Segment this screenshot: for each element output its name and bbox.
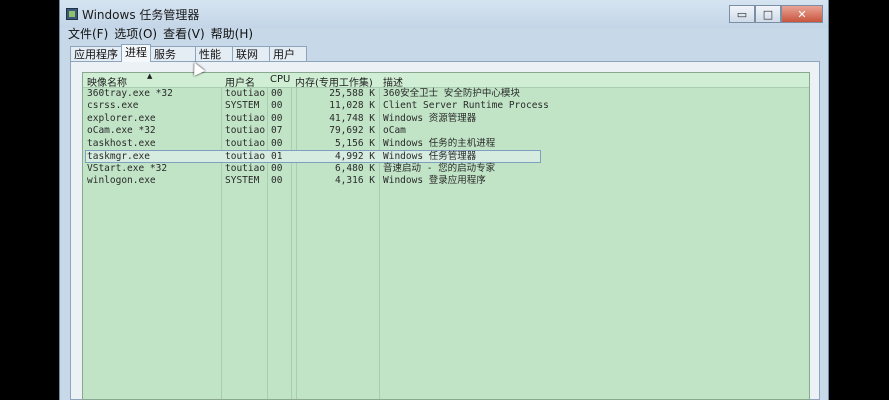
minimize-button[interactable]: ▭ xyxy=(729,5,755,23)
title-bar[interactable]: Windows 任务管理器 ▭ □ ✕ xyxy=(60,0,828,28)
process-image: csrss.exe xyxy=(87,100,139,111)
table-row[interactable]: csrss.exe SYSTEM 00 11,028 K Client Serv… xyxy=(85,100,549,113)
column-header-cpu[interactable]: CPU xyxy=(270,74,290,85)
tab-users[interactable]: 用户 xyxy=(269,46,307,62)
process-user: toutiao xyxy=(225,163,266,174)
process-memory: 41,748 K xyxy=(329,113,375,124)
process-user: toutiao xyxy=(225,113,266,124)
process-description: Windows 登录应用程序 xyxy=(383,175,486,186)
process-description: Windows 任务的主机进程 xyxy=(383,138,496,149)
menu-view[interactable]: 查看(V) xyxy=(163,25,205,41)
menu-options[interactable]: 选项(O) xyxy=(114,25,157,41)
column-header-user[interactable]: 用户名 xyxy=(225,74,255,89)
column-header-memory[interactable]: 内存(专用工作集) xyxy=(295,74,373,89)
process-description: Client Server Runtime Process xyxy=(383,100,549,111)
process-user: toutiao xyxy=(225,125,266,136)
process-user: toutiao xyxy=(225,138,266,149)
process-description: oCam xyxy=(383,125,406,136)
process-user: SYSTEM xyxy=(225,100,260,111)
process-memory: 79,692 K xyxy=(329,125,375,136)
process-image: winlogon.exe xyxy=(87,175,156,186)
process-memory: 4,992 K xyxy=(334,151,375,162)
sort-arrow-icon: ▲ xyxy=(147,72,153,80)
menu-file[interactable]: 文件(F) xyxy=(68,25,108,41)
menu-help[interactable]: 帮助(H) xyxy=(211,25,253,41)
process-cpu: 00 xyxy=(271,175,283,186)
process-user: toutiao xyxy=(225,88,266,99)
table-row[interactable]: winlogon.exe SYSTEM 00 4,316 K Windows 登… xyxy=(85,175,541,188)
close-button[interactable]: ✕ xyxy=(781,5,823,23)
tab-services[interactable]: 服务 xyxy=(150,46,196,62)
process-memory: 4,316 K xyxy=(334,175,375,186)
table-row[interactable]: oCam.exe *32 toutiao 07 79,692 K oCam xyxy=(85,125,541,138)
process-user: SYSTEM xyxy=(225,175,260,186)
tab-applications[interactable]: 应用程序 xyxy=(70,46,122,62)
caption-buttons: ▭ □ ✕ xyxy=(729,5,823,23)
menu-bar: 文件(F) 选项(O) 查看(V) 帮助(H) xyxy=(68,25,259,41)
process-image: oCam.exe *32 xyxy=(87,125,156,136)
tab-strip: 应用程序 进程 服务 性能 联网 用户 xyxy=(70,44,307,62)
window-title: Windows 任务管理器 xyxy=(82,8,200,22)
process-cpu: 00 xyxy=(271,100,283,111)
process-image: explorer.exe xyxy=(87,113,156,124)
task-manager-icon xyxy=(66,8,78,20)
process-cpu: 00 xyxy=(271,113,283,124)
table-row-selected[interactable]: taskmgr.exe toutiao 01 4,992 K Windows 任… xyxy=(85,150,541,163)
process-memory: 5,156 K xyxy=(334,138,375,149)
process-image: 360tray.exe *32 xyxy=(87,88,173,99)
maximize-button[interactable]: □ xyxy=(755,5,781,23)
column-header-image[interactable]: 映像名称 xyxy=(87,74,127,89)
process-memory: 6,480 K xyxy=(334,163,375,174)
process-memory: 25,588 K xyxy=(329,88,375,99)
task-manager-window: Windows 任务管理器 ▭ □ ✕ 文件(F) 选项(O) 查看(V) 帮助… xyxy=(59,0,829,400)
tab-networking[interactable]: 联网 xyxy=(232,46,270,62)
process-list[interactable]: 映像名称 ▲ 用户名 CPU 内存(专用工作集) 描述 360tray.exe … xyxy=(82,72,810,400)
process-cpu: 00 xyxy=(271,88,283,99)
process-image: taskhost.exe xyxy=(87,138,156,149)
tab-performance[interactable]: 性能 xyxy=(195,46,233,62)
process-image: VStart.exe *32 xyxy=(87,163,168,174)
process-cpu: 00 xyxy=(271,138,283,149)
process-description: 360安全卫士 安全防护中心模块 xyxy=(383,88,520,99)
process-cpu: 00 xyxy=(271,163,283,174)
column-header-description[interactable]: 描述 xyxy=(383,74,403,89)
list-header: 映像名称 ▲ 用户名 CPU 内存(专用工作集) 描述 xyxy=(83,72,809,89)
process-description: Windows 任务管理器 xyxy=(383,151,477,162)
process-cpu: 07 xyxy=(271,125,283,136)
process-cpu: 01 xyxy=(271,151,283,162)
process-description: Windows 资源管理器 xyxy=(383,113,477,124)
process-memory: 11,028 K xyxy=(329,100,375,111)
process-user: toutiao xyxy=(225,151,266,162)
process-image: taskmgr.exe xyxy=(87,151,150,162)
process-description: 音速启动 - 您的启动专家 xyxy=(383,163,496,174)
tab-processes[interactable]: 进程 xyxy=(121,44,151,62)
